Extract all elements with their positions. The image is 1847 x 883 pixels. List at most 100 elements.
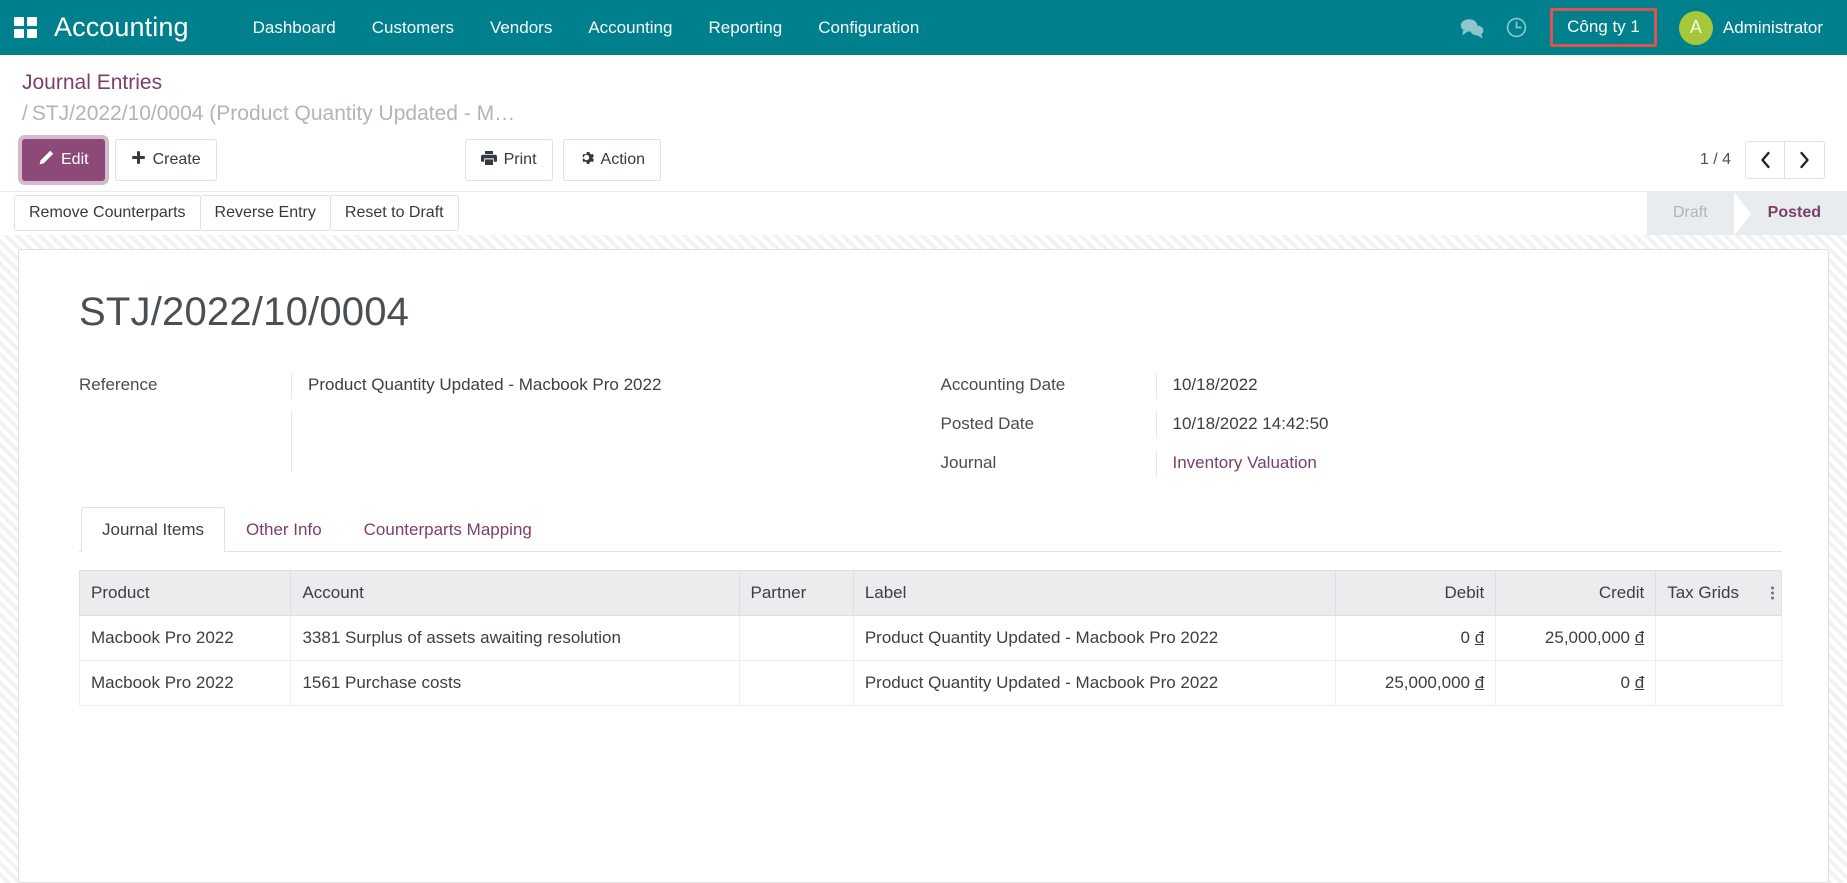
- field-journal-label: Journal: [940, 452, 997, 472]
- page-title: STJ/2022/10/0004: [79, 289, 410, 334]
- apps-grid-square: [14, 16, 24, 26]
- main-menu: Dashboard Customers Vendors Accounting R…: [235, 10, 938, 46]
- reverse-entry-button[interactable]: Reverse Entry: [199, 195, 331, 232]
- clock-icon[interactable]: [1496, 8, 1536, 48]
- notebook-tabs: Journal Items Other Info Counterparts Ma…: [79, 506, 1782, 552]
- pencil-icon: [38, 150, 54, 170]
- column-header-tax-grids[interactable]: Tax Grids: [1655, 569, 1782, 616]
- record-action-buttons: Print Action: [464, 138, 661, 181]
- chevron-left-icon: [1760, 151, 1770, 168]
- apps-grid-square: [14, 28, 24, 38]
- remove-counterparts-button[interactable]: Remove Counterparts: [14, 195, 201, 232]
- column-header-product[interactable]: Product: [79, 569, 292, 616]
- messages-icon[interactable]: [1452, 8, 1492, 48]
- cell-label: Product Quantity Updated - Macbook Pro 2…: [852, 615, 1337, 661]
- cell-partner: [738, 660, 854, 706]
- edit-button[interactable]: Edit: [22, 138, 105, 181]
- cell-debit-amount: 0: [1460, 627, 1470, 647]
- cell-label: Product Quantity Updated - Macbook Pro 2…: [852, 660, 1337, 706]
- cell-credit-amount: 25,000,000: [1544, 627, 1630, 647]
- workflow-buttons: Remove Counterparts Reverse Entry Reset …: [14, 192, 459, 235]
- table-row[interactable]: Macbook Pro 2022 3381 Surplus of assets …: [79, 615, 1782, 661]
- cell-credit-currency: đ: [1634, 672, 1645, 692]
- action-button[interactable]: Action: [562, 138, 661, 181]
- menu-item-customers[interactable]: Customers: [354, 10, 472, 46]
- breadcrumb-current-label: STJ/2022/10/0004 (Product Quantity Updat…: [31, 102, 516, 126]
- status-stage-draft[interactable]: Draft: [1646, 191, 1734, 235]
- cell-product: Macbook Pro 2022: [79, 615, 292, 661]
- field-accounting-date-label: Accounting Date: [940, 374, 1066, 394]
- column-header-account[interactable]: Account: [290, 569, 740, 616]
- company-switcher[interactable]: Công ty 1: [1550, 8, 1657, 47]
- cell-account: 1561 Purchase costs: [290, 660, 740, 706]
- form-column-right: Accounting Date 10/18/2022 Posted Date 1…: [931, 372, 1783, 477]
- menu-item-vendors[interactable]: Vendors: [472, 10, 570, 46]
- field-reference-value[interactable]: Product Quantity Updated - Macbook Pro 2…: [291, 372, 931, 399]
- column-header-partner[interactable]: Partner: [738, 569, 854, 616]
- journal-items-table: Product Account Partner Label Debit Cred…: [79, 569, 1782, 706]
- pager-count: 1 / 4: [1699, 150, 1731, 168]
- field-posted-date-value: 10/18/2022 14:42:50: [1155, 411, 1783, 438]
- cell-product: Macbook Pro 2022: [79, 660, 292, 706]
- menu-item-dashboard[interactable]: Dashboard: [235, 10, 354, 46]
- apps-grid-icon[interactable]: [14, 16, 40, 39]
- edit-button-label: Edit: [61, 150, 89, 168]
- chevron-right-icon: [1800, 151, 1809, 168]
- field-accounting-date-value[interactable]: 10/18/2022: [1155, 372, 1783, 399]
- column-header-debit[interactable]: Debit: [1335, 569, 1497, 616]
- cell-partner: [738, 615, 854, 661]
- form-fields: Reference Product Quantity Updated - Mac…: [79, 372, 1783, 477]
- table-header-row: Product Account Partner Label Debit Cred…: [79, 569, 1782, 616]
- field-spacer-value: [291, 411, 931, 472]
- create-button-label: Create: [152, 150, 201, 168]
- pager-next-button[interactable]: [1785, 140, 1825, 179]
- form-background: STJ/2022/10/0004 Reference Product Quant…: [0, 234, 1847, 883]
- gear-icon: [579, 150, 594, 169]
- cell-credit-currency: đ: [1634, 627, 1645, 647]
- cell-debit: 25,000,000 đ: [1335, 660, 1497, 706]
- cell-account: 3381 Surplus of assets awaiting resoluti…: [290, 615, 740, 661]
- status-bar: Draft Posted: [1646, 191, 1847, 236]
- menu-item-configuration[interactable]: Configuration: [800, 10, 937, 46]
- breadcrumb: Journal Entries / STJ/2022/10/0004 (Produ…: [0, 55, 1847, 129]
- create-button[interactable]: Create: [114, 138, 217, 181]
- field-journal-value[interactable]: Inventory Valuation: [1155, 450, 1783, 477]
- tab-counterparts-mapping[interactable]: Counterparts Mapping: [343, 507, 553, 552]
- cell-tax-grids: [1655, 660, 1782, 706]
- breadcrumb-separator: /: [22, 102, 28, 126]
- user-name: Administrator: [1722, 17, 1823, 37]
- record-edit-buttons: Edit Create: [22, 138, 217, 181]
- print-button[interactable]: Print: [464, 138, 553, 181]
- tab-journal-items[interactable]: Journal Items: [81, 506, 226, 552]
- column-header-label[interactable]: Label: [852, 569, 1337, 616]
- cell-tax-grids: [1655, 615, 1782, 661]
- table-row[interactable]: Macbook Pro 2022 1561 Purchase costs Pro…: [79, 660, 1782, 706]
- apps-grid-square: [27, 16, 37, 26]
- app-brand-accounting[interactable]: Accounting: [54, 12, 189, 43]
- column-header-credit[interactable]: Credit: [1495, 569, 1657, 616]
- form-sheet: STJ/2022/10/0004 Reference Product Quant…: [18, 248, 1829, 883]
- print-button-label: Print: [503, 150, 537, 168]
- status-action-row: Remove Counterparts Reverse Entry Reset …: [0, 190, 1847, 236]
- control-panel: Edit Create Print Action 1 / 4: [0, 129, 1847, 191]
- table-header: Product Account Partner Label Debit Cred…: [79, 569, 1782, 616]
- printer-icon: [480, 150, 497, 170]
- pager-previous-button[interactable]: [1745, 140, 1785, 179]
- status-stage-posted[interactable]: Posted: [1733, 191, 1847, 236]
- action-button-label: Action: [600, 150, 645, 168]
- breadcrumb-journal-entries[interactable]: Journal Entries: [22, 69, 162, 97]
- cell-debit-currency: đ: [1474, 627, 1485, 647]
- user-menu[interactable]: A Administrator: [1675, 7, 1829, 49]
- journal-items-table-wrapper: Product Account Partner Label Debit Cred…: [79, 569, 1782, 706]
- cell-debit: 0 đ: [1335, 615, 1497, 661]
- menu-item-accounting[interactable]: Accounting: [570, 10, 690, 46]
- cell-debit-currency: đ: [1474, 672, 1485, 692]
- tab-other-info[interactable]: Other Info: [225, 507, 343, 552]
- menu-item-reporting[interactable]: Reporting: [690, 10, 800, 46]
- table-body: Macbook Pro 2022 3381 Surplus of assets …: [79, 615, 1782, 706]
- cell-credit: 0 đ: [1495, 660, 1657, 706]
- field-journal: Journal Inventory Valuation: [940, 450, 1783, 477]
- column-options-icon[interactable]: [1771, 586, 1774, 600]
- reset-to-draft-button[interactable]: Reset to Draft: [329, 195, 459, 232]
- field-posted-date-label: Posted Date: [940, 413, 1035, 433]
